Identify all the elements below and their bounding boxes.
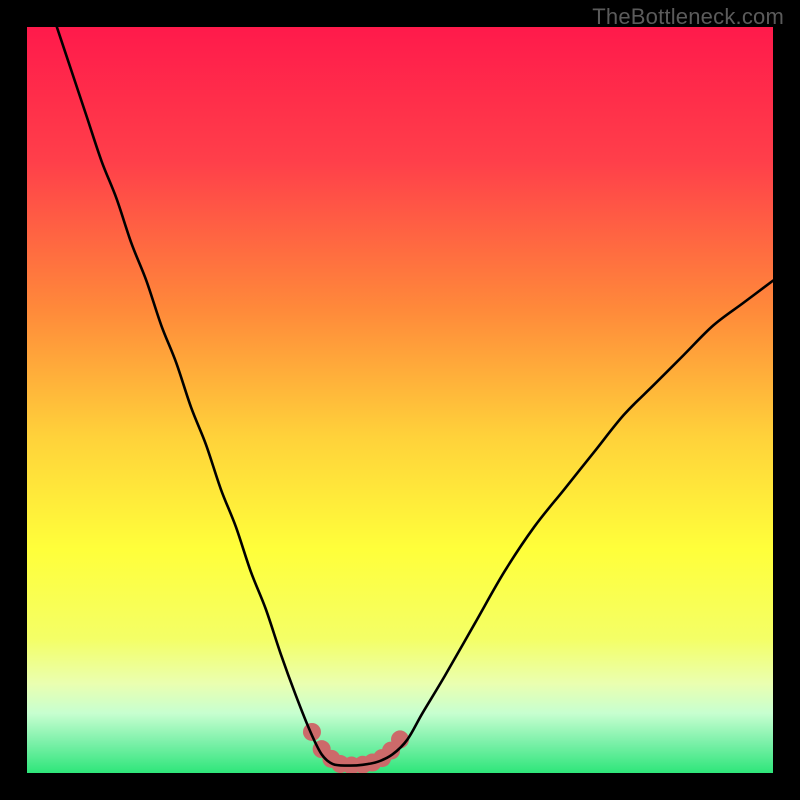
bottleneck-curve bbox=[57, 27, 773, 766]
curve-layer bbox=[27, 27, 773, 773]
plot-area bbox=[27, 27, 773, 773]
frame: TheBottleneck.com bbox=[0, 0, 800, 800]
